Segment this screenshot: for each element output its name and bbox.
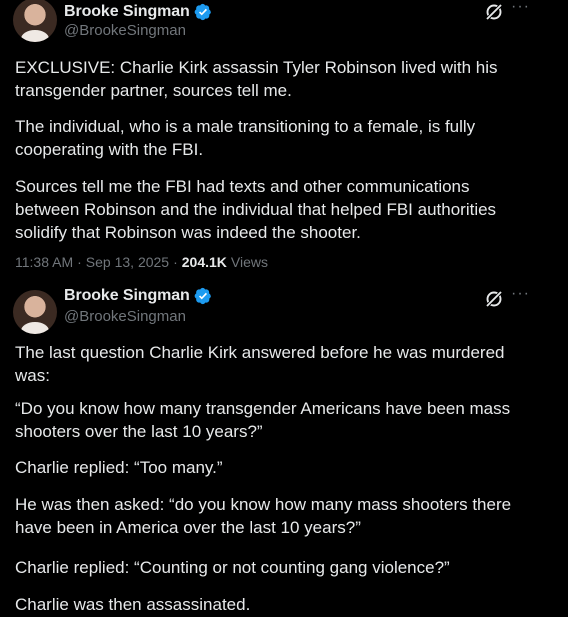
verified-badge-icon xyxy=(194,287,211,305)
tweet-text-paragraph: Charlie replied: “Counting or not counti… xyxy=(15,558,450,577)
tweet-text-paragraph: EXCLUSIVE: Charlie Kirk assassin Tyler R… xyxy=(15,58,498,100)
tweet-text-paragraph: The individual, who is a male transition… xyxy=(15,117,476,159)
tweet-text-paragraph: Charlie replied: “Too many.” xyxy=(15,458,223,477)
author-row: Brooke Singman xyxy=(64,287,212,305)
meta-separator: · xyxy=(77,254,82,270)
tweet-1[interactable]: Brooke Singman @BrookeSingman ··· EXCLUS… xyxy=(0,0,568,281)
tweet-date[interactable]: Sep 13, 2025 xyxy=(86,254,169,270)
more-options-icon[interactable]: ··· xyxy=(511,0,531,18)
author-handle[interactable]: @BrookeSingman xyxy=(64,308,186,325)
avatar[interactable] xyxy=(13,290,57,334)
views-count[interactable]: 204.1K xyxy=(182,254,227,270)
author-handle[interactable]: @BrookeSingman xyxy=(64,22,186,39)
tweet-meta: 11:38 AM · Sep 13, 2025 · 204.1K Views xyxy=(15,254,268,270)
tweet-text-paragraph: Sources tell me the FBI had texts and ot… xyxy=(15,177,497,242)
tweet-text-paragraph: He was then asked: “do you know how many… xyxy=(15,495,512,537)
grok-icon[interactable] xyxy=(484,289,504,309)
tweet-text-paragraph: “Do you know how many transgender Americ… xyxy=(15,399,511,441)
views-label: Views xyxy=(230,254,269,270)
author-row: Brooke Singman xyxy=(64,3,212,21)
tweet-2[interactable]: Brooke Singman @BrookeSingman ··· The la… xyxy=(0,281,568,617)
author-name[interactable]: Brooke Singman xyxy=(64,287,190,305)
tweet-time[interactable]: 11:38 AM xyxy=(15,254,73,270)
tweet-text-paragraph: The last question Charlie Kirk answered … xyxy=(15,343,505,385)
tweet-text-paragraph: Charlie was then assassinated. xyxy=(15,595,251,614)
meta-separator: · xyxy=(173,254,178,270)
avatar[interactable] xyxy=(13,0,57,42)
more-options-icon[interactable]: ··· xyxy=(511,285,531,305)
grok-icon[interactable] xyxy=(484,2,504,22)
author-name[interactable]: Brooke Singman xyxy=(64,3,190,21)
verified-badge-icon xyxy=(194,3,211,21)
